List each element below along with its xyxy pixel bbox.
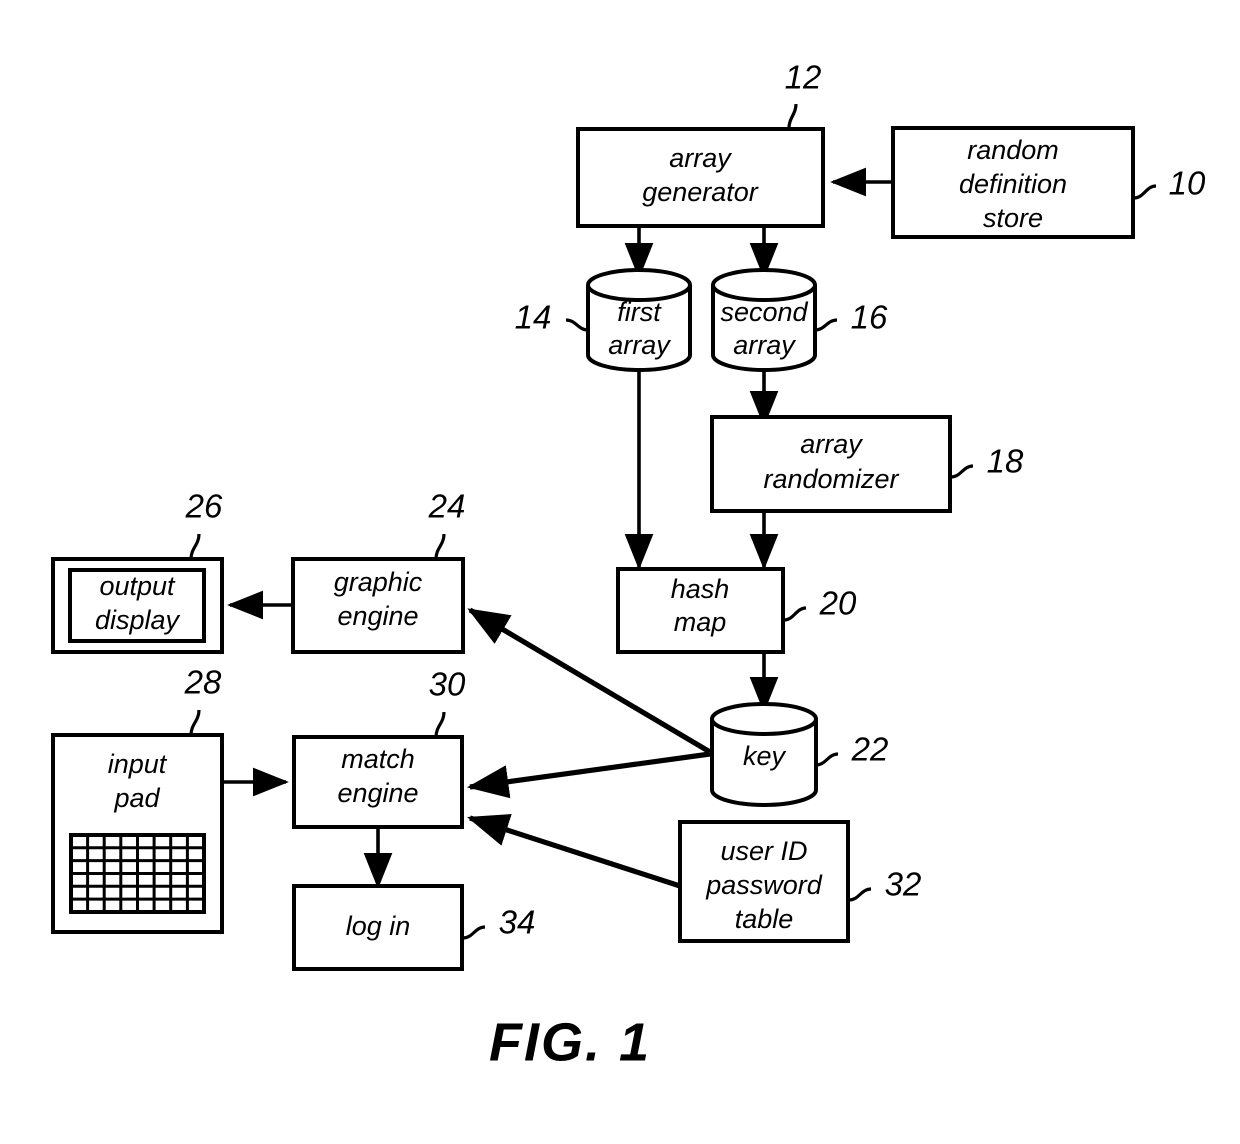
node-hash-map[interactable]: hash map: [616, 567, 785, 654]
array-generator-label-line2: generator: [642, 177, 759, 207]
ref-28-number: 28: [184, 664, 222, 701]
node-array-generator[interactable]: array generator: [576, 127, 825, 228]
ref-18-leader: [950, 464, 974, 479]
match-engine-label-line2: engine: [337, 778, 418, 808]
node-key[interactable]: key: [710, 702, 818, 807]
match-engine-label-line1: match: [341, 744, 415, 774]
ref-callout-12: 12: [785, 59, 822, 129]
ref-callout-28: 28: [184, 664, 222, 736]
ref-12-number: 12: [785, 59, 822, 96]
ref-34-number: 34: [499, 904, 536, 941]
graphic-engine-label-line2: engine: [337, 601, 418, 631]
user-id-password-table-label-line1: user ID: [720, 836, 807, 866]
ref-callout-34: 34: [462, 904, 536, 941]
ref-callout-32: 32: [848, 866, 922, 903]
log-in-label: log in: [346, 911, 411, 941]
node-log-in[interactable]: log in: [292, 884, 464, 971]
ref-16-leader: [814, 318, 838, 332]
ref-callout-18: 18: [950, 443, 1024, 480]
first-array-cylinder-top: [586, 268, 692, 302]
ref-24-number: 24: [428, 488, 466, 525]
patent-figure: random definition store 10 array generat…: [0, 0, 1240, 1144]
ref-14-number: 14: [515, 299, 552, 336]
ref-callout-14: 14: [515, 299, 589, 336]
ref-callout-22: 22: [815, 731, 889, 768]
node-output-display[interactable]: output display: [51, 557, 224, 654]
ref-callout-26: 26: [185, 488, 223, 560]
node-second-array[interactable]: second array: [711, 268, 817, 372]
output-display-label-line1: output: [99, 571, 176, 601]
array-randomizer-label-line2: randomizer: [763, 464, 899, 494]
node-graphic-engine[interactable]: graphic engine: [291, 557, 465, 654]
ref-10-number: 10: [1169, 165, 1206, 202]
ref-18-number: 18: [987, 443, 1024, 480]
ref-32-leader: [848, 887, 872, 902]
second-array-label-line1: second: [720, 297, 808, 327]
key-cylinder-top: [710, 702, 818, 736]
ref-callout-10: 10: [1133, 165, 1206, 202]
ref-24-leader: [434, 533, 446, 560]
ref-22-leader: [815, 752, 839, 767]
node-array-randomizer[interactable]: array randomizer: [710, 415, 952, 513]
ref-22-number: 22: [851, 731, 889, 768]
random-definition-store-label-line2: definition: [959, 169, 1067, 199]
random-definition-store-label-line1: random: [967, 135, 1059, 165]
connector-table-to-match-engine: [467, 814, 681, 889]
node-random-definition-store[interactable]: random definition store: [891, 126, 1135, 239]
ref-16-number: 16: [851, 299, 888, 336]
key-label: key: [743, 741, 787, 771]
ref-callout-30: 30: [429, 666, 466, 738]
hash-map-label-line1: hash: [671, 574, 730, 604]
ref-26-number: 26: [185, 488, 223, 525]
input-pad-label-line1: input: [108, 749, 168, 779]
node-first-array[interactable]: first array: [586, 268, 692, 372]
ref-20-leader: [783, 606, 807, 622]
user-id-password-table-label-line2: password: [705, 870, 823, 900]
ref-30-number: 30: [429, 666, 466, 703]
output-display-label-line2: display: [95, 605, 181, 635]
ref-32-number: 32: [885, 866, 922, 903]
first-array-label-line2: array: [608, 330, 671, 360]
input-pad-grid[interactable]: [69, 833, 206, 914]
ref-26-leader: [189, 533, 201, 560]
second-array-label-line2: array: [733, 330, 796, 360]
node-match-engine[interactable]: match engine: [292, 735, 464, 829]
array-generator-label-line1: array: [669, 143, 732, 173]
ref-callout-20: 20: [783, 585, 857, 622]
node-input-pad[interactable]: input pad: [51, 733, 224, 934]
first-array-label-line1: first: [617, 297, 662, 327]
hash-map-label-line2: map: [674, 607, 727, 637]
ref-10-leader: [1133, 184, 1157, 200]
second-array-cylinder-top: [711, 268, 817, 302]
figure-caption: FIG. 1: [489, 1012, 651, 1072]
ref-callout-16: 16: [814, 299, 888, 336]
ref-34-leader: [462, 925, 486, 940]
array-randomizer-label-line1: array: [800, 429, 863, 459]
ref-12-leader: [787, 103, 798, 129]
ref-callout-24: 24: [428, 488, 466, 560]
input-pad-label-line2: pad: [113, 783, 160, 813]
ref-28-leader: [189, 709, 201, 736]
ref-14-leader: [565, 318, 589, 332]
ref-20-number: 20: [819, 585, 857, 622]
random-definition-store-label-line3: store: [983, 203, 1043, 233]
connector-key-to-match-engine: [466, 751, 711, 799]
diagram-canvas: random definition store 10 array generat…: [51, 59, 1206, 1072]
user-id-password-table-label-line3: table: [735, 904, 794, 934]
ref-30-leader: [434, 711, 446, 738]
graphic-engine-label-line1: graphic: [334, 567, 423, 597]
node-user-id-password-table[interactable]: user ID password table: [678, 820, 850, 943]
